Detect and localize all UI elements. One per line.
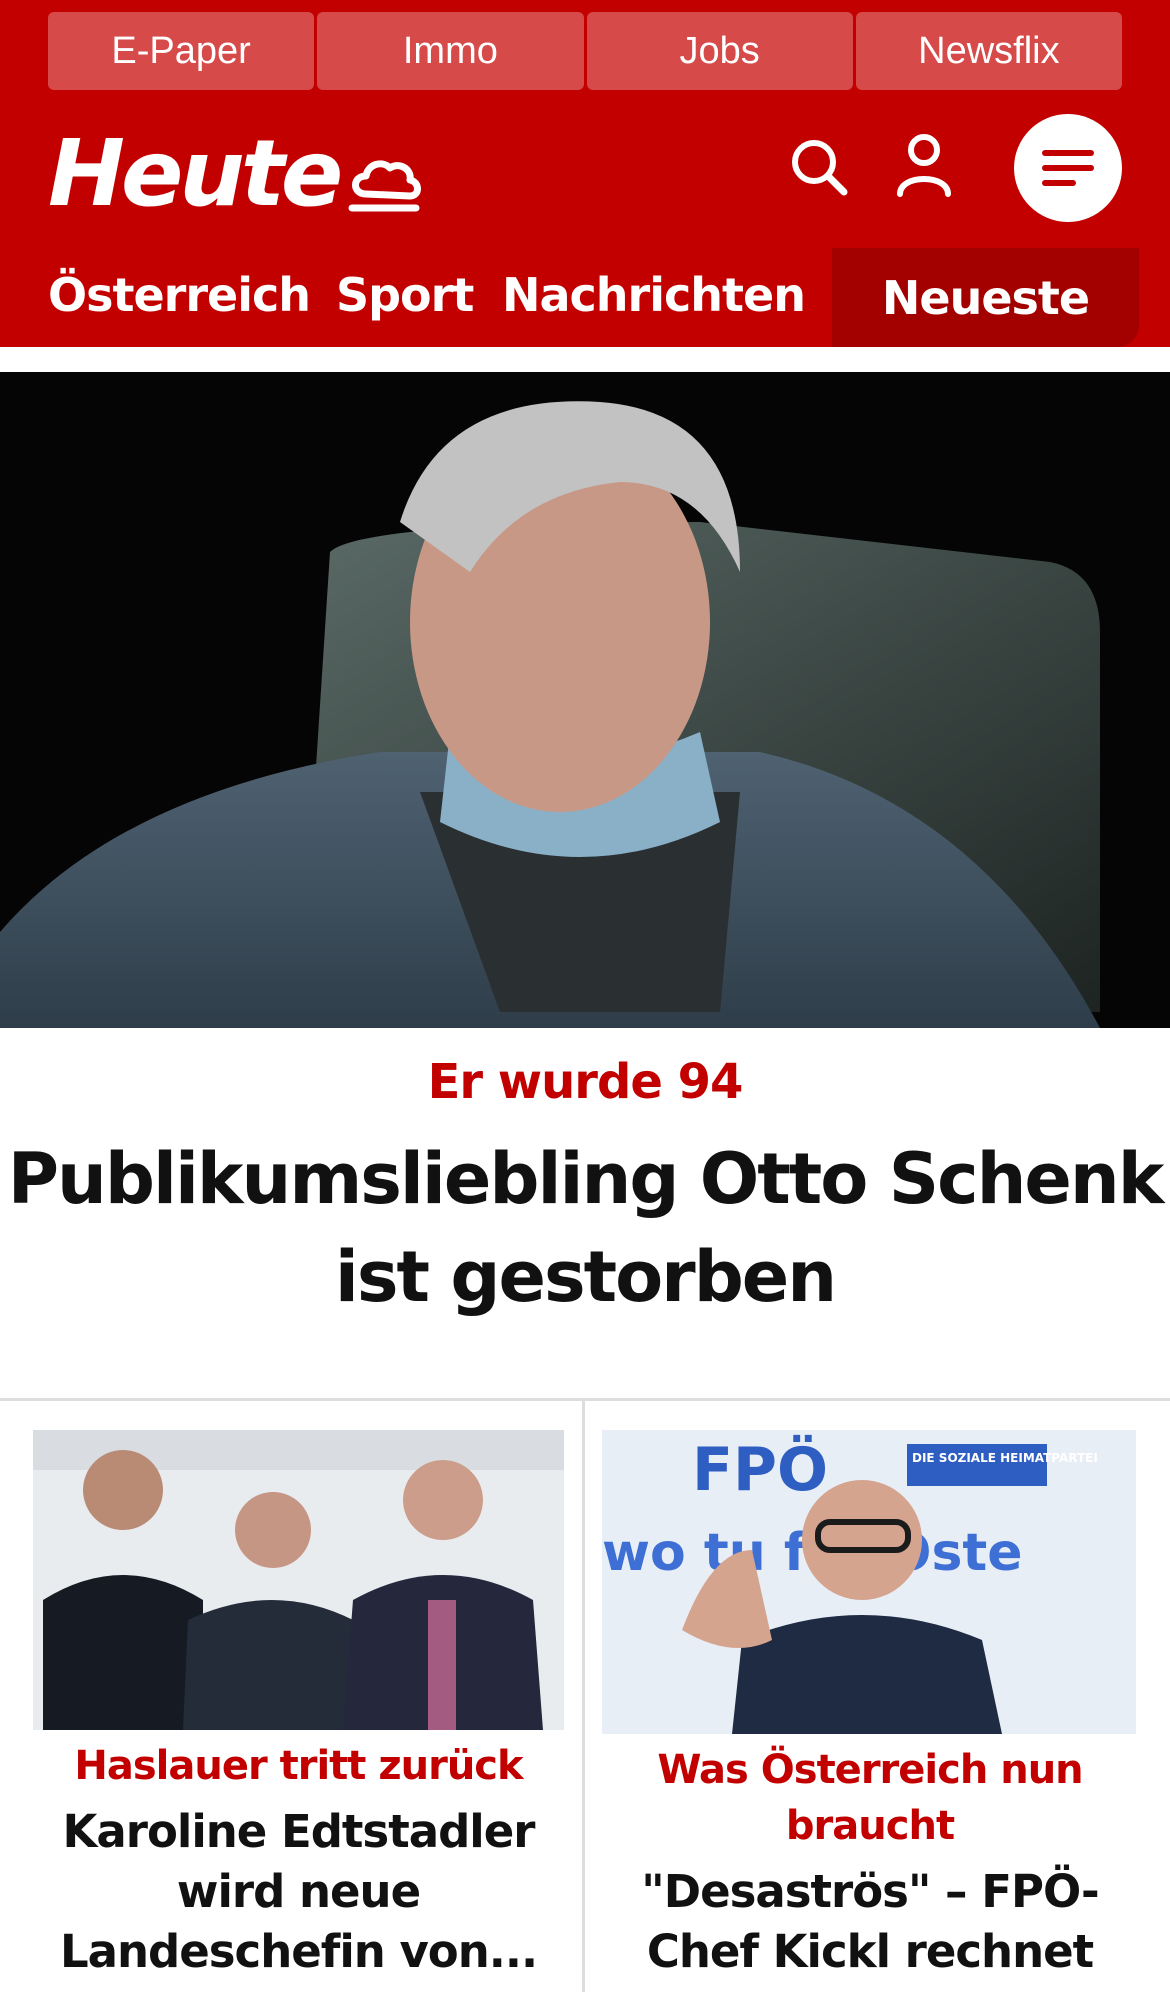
card-title[interactable]: Karoline Edtstadler wird neue Landeschef… (33, 1802, 564, 1982)
top-link-immo[interactable]: Immo (317, 12, 584, 90)
search-icon[interactable] (788, 136, 850, 198)
press-conference-illustration: FPÖ DIE SOZIALE HEIMATPARTEI wo tu für Ö… (602, 1430, 1136, 1734)
cloud-icon[interactable] (346, 150, 422, 214)
section-divider (0, 1398, 1170, 1401)
card-kicker[interactable]: Was Österreich nun braucht (600, 1742, 1140, 1854)
hero-headline[interactable]: Publikumsliebling Otto Schenk ist gestor… (0, 1130, 1170, 1326)
main-nav: Österreich Sport Nachrichten Neueste (0, 248, 1170, 347)
card-title[interactable]: "Desaströs" – FPÖ-Chef Kickl rechnet (600, 1862, 1140, 1982)
hamburger-icon (1042, 150, 1094, 186)
nav-item-sport[interactable]: Sport (336, 268, 474, 322)
nav-item-neueste[interactable]: Neueste (832, 248, 1139, 347)
card-image-kickl[interactable]: FPÖ DIE SOZIALE HEIMATPARTEI wo tu für Ö… (602, 1430, 1136, 1734)
banner-subtitle: DIE SOZIALE HEIMATPARTEI (912, 1451, 1098, 1465)
banner-logo: FPÖ (692, 1434, 828, 1505)
nav-item-oesterreich[interactable]: Österreich (48, 268, 311, 322)
top-link-newsflix[interactable]: Newsflix (855, 12, 1122, 90)
user-icon[interactable] (894, 132, 954, 198)
nav-item-nachrichten[interactable]: Nachrichten (502, 268, 806, 322)
hero-kicker[interactable]: Er wurde 94 (0, 1054, 1170, 1110)
top-link-epaper[interactable]: E-Paper (48, 12, 315, 90)
crowd-photo-illustration (33, 1430, 564, 1730)
site-logo[interactable]: Heute (48, 128, 343, 220)
top-link-jobs[interactable]: Jobs (586, 12, 853, 90)
card-image-haslauer[interactable] (33, 1430, 564, 1730)
hero-image[interactable] (0, 372, 1170, 1028)
card-kicker[interactable]: Haslauer tritt zurück (33, 1738, 564, 1794)
top-links-bar: E-Paper Immo Jobs Newsflix (48, 12, 1122, 90)
column-divider (582, 1400, 585, 1992)
site-header: E-Paper Immo Jobs Newsflix Heute Österre… (0, 0, 1170, 347)
portrait-illustration (0, 372, 1170, 1028)
menu-button[interactable] (1014, 114, 1122, 222)
